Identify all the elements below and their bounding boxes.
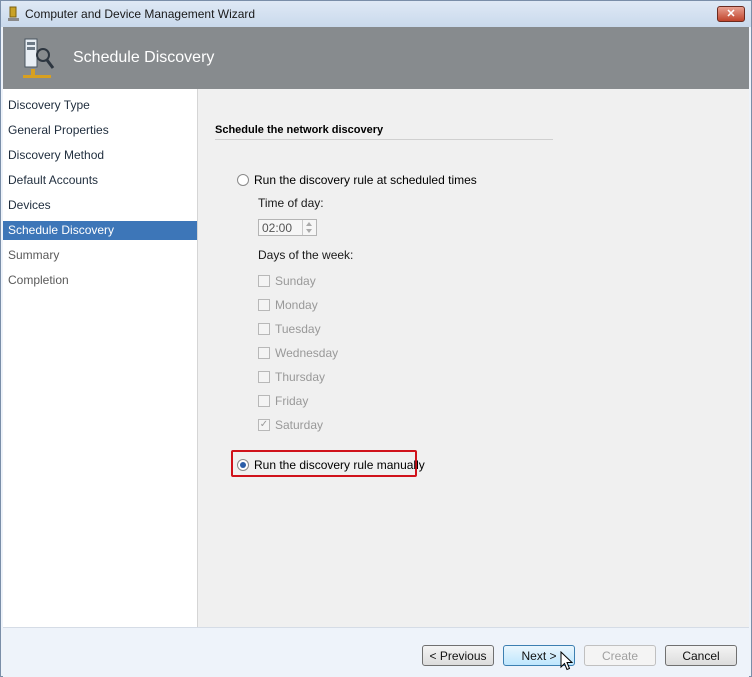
cancel-button[interactable]: Cancel bbox=[665, 645, 737, 666]
wizard-steps-nav: Discovery Type General Properties Discov… bbox=[3, 89, 198, 627]
close-icon: ✕ bbox=[726, 8, 736, 20]
tuesday-label: Tuesday bbox=[275, 322, 321, 336]
create-button: Create bbox=[584, 645, 656, 666]
wednesday-checkbox[interactable] bbox=[258, 347, 270, 359]
check-mark-icon: ✓ bbox=[259, 419, 269, 430]
wednesday-label: Wednesday bbox=[275, 346, 339, 360]
thursday-label: Thursday bbox=[275, 370, 326, 384]
nav-item-completion: Completion bbox=[8, 273, 69, 287]
day-thursday[interactable]: Thursday bbox=[258, 370, 325, 384]
wizard-footer: < Previous Next > Create Cancel bbox=[3, 627, 749, 677]
saturday-checkbox[interactable]: ✓ bbox=[258, 419, 270, 431]
mouse-pointer-icon bbox=[560, 651, 574, 671]
days-of-week-label: Days of the week: bbox=[258, 248, 354, 262]
time-value: 02:00 bbox=[262, 221, 293, 235]
scheduled-times-label: Run the discovery rule at scheduled time… bbox=[254, 173, 477, 187]
sunday-checkbox[interactable] bbox=[258, 275, 270, 287]
spin-down-icon[interactable] bbox=[306, 229, 312, 233]
wizard-header: Schedule Discovery bbox=[3, 27, 749, 89]
manual-radio[interactable] bbox=[237, 459, 249, 471]
day-tuesday[interactable]: Tuesday bbox=[258, 322, 321, 336]
monday-checkbox[interactable] bbox=[258, 299, 270, 311]
nav-item-discovery-method[interactable]: Discovery Method bbox=[3, 146, 197, 165]
section-title: Schedule the network discovery bbox=[215, 124, 384, 136]
scheduled-times-radio[interactable] bbox=[237, 174, 249, 186]
discovery-wizard-icon bbox=[23, 38, 55, 78]
nav-item-default-accounts[interactable]: Default Accounts bbox=[3, 171, 197, 190]
section-divider bbox=[215, 139, 553, 140]
nav-item-devices[interactable]: Devices bbox=[3, 196, 197, 215]
day-saturday[interactable]: ✓ Saturday bbox=[258, 418, 323, 432]
window-title: Computer and Device Management Wizard bbox=[25, 7, 256, 21]
time-of-day-picker[interactable]: 02:00 bbox=[258, 219, 317, 236]
manual-option[interactable]: Run the discovery rule manually bbox=[237, 458, 425, 472]
day-wednesday[interactable]: Wednesday bbox=[258, 346, 338, 360]
nav-item-discovery-type[interactable]: Discovery Type bbox=[3, 96, 197, 115]
nav-item-general-properties[interactable]: General Properties bbox=[3, 121, 197, 140]
wizard-window: Computer and Device Management Wizard ✕ … bbox=[0, 0, 752, 677]
wizard-app-icon bbox=[8, 6, 19, 21]
main-content: Schedule the network discovery Run the d… bbox=[198, 89, 749, 627]
friday-label: Friday bbox=[275, 394, 309, 408]
sunday-label: Sunday bbox=[275, 274, 316, 288]
scheduled-times-option[interactable]: Run the discovery rule at scheduled time… bbox=[237, 173, 477, 187]
manual-label: Run the discovery rule manually bbox=[254, 458, 425, 472]
day-monday[interactable]: Monday bbox=[258, 298, 318, 312]
day-friday[interactable]: Friday bbox=[258, 394, 308, 408]
thursday-checkbox[interactable] bbox=[258, 371, 270, 383]
time-spinner[interactable] bbox=[302, 220, 316, 235]
title-bar[interactable]: Computer and Device Management Wizard ✕ bbox=[1, 1, 751, 27]
page-title: Schedule Discovery bbox=[73, 49, 215, 66]
tuesday-checkbox[interactable] bbox=[258, 323, 270, 335]
day-sunday[interactable]: Sunday bbox=[258, 274, 316, 288]
previous-button[interactable]: < Previous bbox=[422, 645, 494, 666]
saturday-label: Saturday bbox=[275, 418, 324, 432]
close-button[interactable]: ✕ bbox=[717, 6, 745, 22]
nav-item-schedule-discovery[interactable]: Schedule Discovery bbox=[3, 221, 197, 240]
monday-label: Monday bbox=[275, 298, 318, 312]
nav-item-summary: Summary bbox=[8, 248, 60, 262]
friday-checkbox[interactable] bbox=[258, 395, 270, 407]
spin-up-icon[interactable] bbox=[306, 222, 312, 226]
time-of-day-label: Time of day: bbox=[258, 196, 324, 210]
